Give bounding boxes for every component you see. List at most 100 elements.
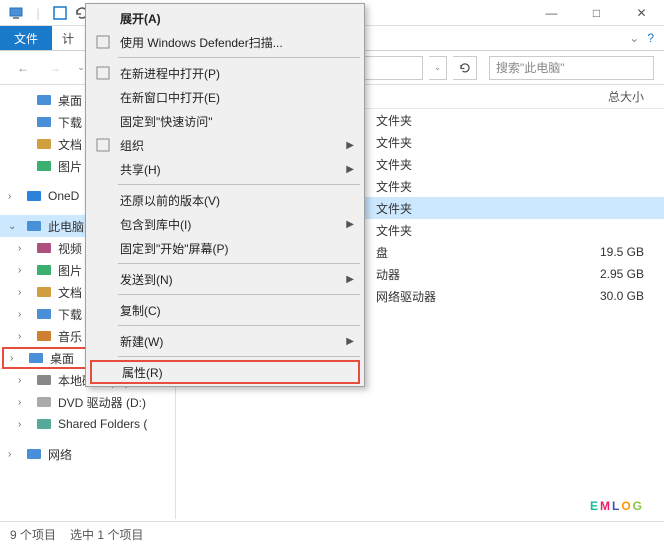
tree-label: Shared Folders (	[58, 417, 147, 431]
copy-icon	[94, 136, 112, 154]
selection-count: 选中 1 个项目	[70, 526, 143, 543]
tree-label: 下载	[58, 114, 82, 131]
shield-icon	[94, 33, 112, 51]
search-input[interactable]: 搜索"此电脑"	[489, 56, 654, 80]
menu-label: 固定到"快速访问"	[120, 113, 213, 130]
refresh-button[interactable]	[453, 56, 477, 80]
submenu-arrow-icon: ▶	[346, 219, 354, 230]
tree-label: 文档	[58, 136, 82, 153]
pc-icon	[26, 218, 42, 234]
menu-label: 共享(H)	[120, 161, 161, 178]
menu-separator	[118, 356, 360, 357]
menu-item[interactable]: 展开(A)	[88, 6, 362, 30]
document-icon	[36, 284, 52, 300]
menu-item[interactable]: 包含到库中(I) ▶	[88, 212, 362, 236]
menu-label: 组织	[120, 137, 144, 154]
menu-item[interactable]: 还原以前的版本(V)	[88, 188, 362, 212]
size-column[interactable]: 总大小	[544, 88, 664, 105]
tree-label: 图片	[58, 158, 82, 175]
help-icon[interactable]: ?	[647, 31, 654, 45]
file-type: 文件夹	[376, 134, 496, 151]
tree-item-netdrive[interactable]: ›Shared Folders (	[0, 413, 175, 435]
back-button[interactable]: ←	[10, 55, 36, 81]
menu-item[interactable]: 共享(H)▶	[88, 157, 362, 181]
download-icon	[36, 114, 52, 130]
menu-label: 展开(A)	[120, 10, 161, 27]
emlog-logo: EMLOG	[590, 477, 644, 519]
tree-label: 桌面	[58, 92, 82, 109]
menu-label: 在新进程中打开(P)	[120, 65, 220, 82]
submenu-arrow-icon: ▶	[346, 274, 354, 285]
menu-item[interactable]: 在新进程中打开(P)	[88, 61, 362, 85]
file-type: 文件夹	[376, 112, 496, 129]
tree-label: DVD 驱动器 (D:)	[58, 394, 146, 411]
statusbar: 9 个项目 选中 1 个项目	[0, 521, 664, 547]
tree-item-network[interactable]: ›网络	[0, 443, 175, 465]
menu-item[interactable]: 在新窗口中打开(E)	[88, 85, 362, 109]
tree-label: 文档	[58, 284, 82, 301]
file-size: 19.5 GB	[544, 245, 664, 259]
tree-label: 网络	[48, 446, 72, 463]
menu-label: 使用 Windows Defender扫描...	[120, 34, 283, 51]
menu-label: 新建(W)	[120, 333, 163, 350]
item-count: 9 个项目	[10, 526, 56, 543]
context-menu: 展开(A) 使用 Windows Defender扫描... 在新进程中打开(P) 在…	[85, 3, 365, 387]
tree-label: 视频	[58, 240, 82, 257]
tree-item-dvd[interactable]: ›DVD 驱动器 (D:)	[0, 391, 175, 413]
disk-icon	[36, 372, 52, 388]
close-button[interactable]: ✕	[619, 0, 664, 26]
file-type: 文件夹	[376, 178, 496, 195]
menu-label: 包含到库中(I)	[120, 216, 191, 233]
dvd-icon	[36, 394, 52, 410]
file-type: 网络驱动器	[376, 288, 496, 305]
pc-icon	[8, 5, 24, 21]
document-icon	[36, 136, 52, 152]
file-size: 2.95 GB	[544, 267, 664, 281]
video-icon	[36, 240, 52, 256]
file-type: 文件夹	[376, 156, 496, 173]
menu-item[interactable]: 复制(C)	[88, 298, 362, 322]
menu-separator	[118, 263, 360, 264]
netdrive-icon	[36, 416, 52, 432]
menu-label: 复制(C)	[120, 302, 161, 319]
menu-item[interactable]: 固定到"开始"屏幕(P)	[88, 236, 362, 260]
pipe-icon: |	[30, 5, 46, 21]
menu-label: 发送到(N)	[120, 271, 173, 288]
computer-tab[interactable]: 计	[52, 26, 84, 51]
file-type: 文件夹	[376, 222, 496, 239]
checkbox-icon[interactable]	[52, 5, 68, 21]
picture-icon	[36, 262, 52, 278]
menu-item[interactable]: 使用 Windows Defender扫描...	[88, 30, 362, 54]
menu-item[interactable]: 固定到"快速访问"	[88, 109, 362, 133]
network-icon	[26, 446, 42, 462]
desktop-icon	[28, 350, 44, 366]
forward-button[interactable]: →	[42, 55, 68, 81]
maximize-button[interactable]: □	[574, 0, 619, 26]
address-dropdown[interactable]: ⌄	[429, 56, 447, 80]
download-icon	[36, 306, 52, 322]
tree-label: 下载	[58, 306, 82, 323]
menu-item[interactable]: 新建(W)▶	[88, 329, 362, 353]
picture-icon	[36, 158, 52, 174]
menu-item[interactable]: 属性(R)	[90, 360, 360, 384]
qat: |	[0, 5, 90, 21]
tree-label: 音乐	[58, 328, 82, 345]
file-tab[interactable]: 文件	[0, 26, 52, 50]
submenu-arrow-icon: ▶	[346, 140, 354, 151]
music-icon	[36, 328, 52, 344]
menu-label: 属性(R)	[122, 364, 163, 381]
window-icon	[94, 64, 112, 82]
tree-label: 桌面	[50, 350, 74, 367]
onedrive-icon	[26, 188, 42, 204]
menu-item[interactable]: 发送到(N) ▶	[88, 267, 362, 291]
file-type: 盘	[376, 244, 496, 261]
menu-item[interactable]: 组织 ▶	[88, 133, 362, 157]
file-size: 30.0 GB	[544, 289, 664, 303]
tree-label: 此电脑	[48, 218, 84, 235]
ribbon-expand-icon[interactable]: ⌄	[629, 31, 639, 45]
minimize-button[interactable]: —	[529, 0, 574, 26]
desktop-icon	[36, 92, 52, 108]
tree-label: OneD	[48, 189, 79, 203]
menu-label: 在新窗口中打开(E)	[120, 89, 220, 106]
menu-separator	[118, 57, 360, 58]
